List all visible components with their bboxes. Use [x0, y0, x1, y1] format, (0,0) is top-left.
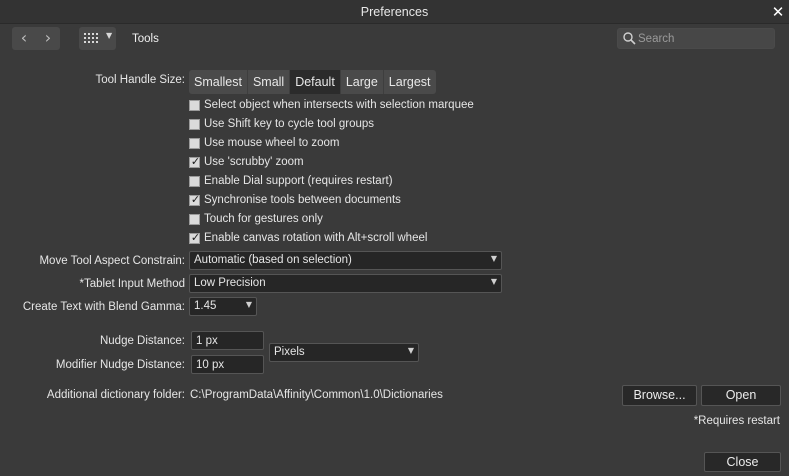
checkmark-icon: ✓: [190, 230, 201, 244]
tool-handle-size-largest[interactable]: Largest: [384, 70, 436, 94]
tool-handle-size-selector: Smallest Small Default Large Largest: [189, 70, 436, 94]
tablet-input-dropdown[interactable]: Low Precision ▼: [189, 274, 502, 293]
checkbox[interactable]: [189, 137, 200, 149]
section-title: Tools: [132, 33, 159, 45]
checkmark-icon: ✓: [190, 154, 201, 168]
option-row[interactable]: ✓ Enable canvas rotation with Alt+scroll …: [189, 230, 427, 246]
close-icon[interactable]: ✕: [769, 3, 787, 21]
move-tool-aspect-value: Automatic (based on selection): [194, 254, 352, 266]
checkbox[interactable]: ✓: [189, 154, 201, 168]
checkmark-icon: ✓: [190, 192, 201, 206]
move-tool-aspect-dropdown[interactable]: Automatic (based on selection) ▼: [189, 251, 502, 270]
modifier-nudge-label: Modifier Nudge Distance:: [55, 359, 185, 371]
units-value: Pixels: [274, 346, 305, 358]
checkbox[interactable]: ✓: [189, 230, 201, 244]
checkbox-label: Synchronise tools between documents: [204, 194, 401, 206]
chevron-down-icon: ▼: [106, 31, 113, 40]
blend-gamma-value: 1.45: [194, 300, 217, 312]
checkbox-label: Use 'scrubby' zoom: [204, 156, 304, 168]
option-row[interactable]: Touch for gestures only: [189, 211, 323, 227]
chevron-down-icon: ▼: [407, 346, 414, 355]
open-button[interactable]: Open: [701, 385, 781, 406]
dictionary-folder-path: C:\ProgramData\Affinity\Common\1.0\Dicti…: [190, 389, 443, 401]
chevron-down-icon: ▼: [245, 300, 252, 309]
checkbox-label: Use Shift key to cycle tool groups: [204, 118, 375, 130]
close-button[interactable]: Close: [704, 452, 781, 472]
tool-handle-size-label: Tool Handle Size:: [95, 74, 186, 86]
option-row[interactable]: Use Shift key to cycle tool groups: [189, 116, 374, 132]
checkbox[interactable]: ✓: [189, 192, 201, 206]
nav-buttons: ‹ ›: [12, 27, 60, 50]
tool-handle-size-small[interactable]: Small: [248, 70, 291, 94]
title-bar: Preferences ✕: [0, 0, 789, 24]
blend-gamma-dropdown[interactable]: 1.45 ▼: [189, 297, 257, 316]
tool-handle-size-large[interactable]: Large: [341, 70, 384, 94]
chevron-down-icon: ▼: [490, 254, 497, 263]
checkbox-label: Enable Dial support (requires restart): [204, 175, 393, 187]
checkbox-label: Enable canvas rotation with Alt+scroll w…: [204, 232, 428, 244]
option-row[interactable]: Select object when intersects with selec…: [189, 97, 474, 113]
checkbox[interactable]: [189, 99, 200, 111]
window-title: Preferences: [360, 5, 429, 19]
nudge-distance-label: Nudge Distance:: [99, 335, 185, 347]
checkbox[interactable]: [189, 118, 200, 130]
tool-handle-size-default[interactable]: Default: [290, 70, 341, 94]
dictionary-folder-label: Additional dictionary folder:: [46, 389, 185, 401]
checkbox-label: Touch for gestures only: [204, 213, 323, 225]
toolbar: ‹ › ▼ Tools: [0, 24, 789, 54]
nudge-distance-field[interactable]: [191, 331, 264, 350]
option-row[interactable]: ✓ Use 'scrubby' zoom: [189, 154, 304, 170]
tablet-input-value: Low Precision: [194, 277, 266, 289]
blend-gamma-label: Create Text with Blend Gamma:: [22, 301, 185, 313]
tool-handle-size-smallest[interactable]: Smallest: [189, 70, 248, 94]
requires-restart-note: *Requires restart: [693, 415, 780, 427]
option-row[interactable]: Use mouse wheel to zoom: [189, 135, 340, 151]
grid-icon: [84, 33, 98, 43]
chevron-down-icon: ▼: [490, 277, 497, 286]
search-input[interactable]: [638, 29, 772, 48]
modifier-nudge-field[interactable]: [191, 355, 264, 374]
back-button[interactable]: ‹: [12, 27, 36, 50]
modifier-nudge-input[interactable]: [192, 356, 263, 373]
units-dropdown[interactable]: Pixels ▼: [269, 343, 419, 362]
tablet-input-label: *Tablet Input Method: [79, 278, 186, 290]
search-box[interactable]: [617, 28, 775, 49]
checkbox-label: Select object when intersects with selec…: [204, 99, 474, 111]
categories-grid-button[interactable]: ▼: [79, 27, 116, 50]
checkbox[interactable]: [189, 175, 200, 187]
nudge-distance-input[interactable]: [192, 332, 263, 349]
search-icon: [623, 32, 636, 45]
option-row[interactable]: Enable Dial support (requires restart): [189, 173, 393, 189]
checkbox-label: Use mouse wheel to zoom: [204, 137, 340, 149]
forward-button[interactable]: ›: [36, 27, 60, 50]
checkbox[interactable]: [189, 213, 200, 225]
browse-button[interactable]: Browse...: [622, 385, 697, 406]
option-row[interactable]: ✓ Synchronise tools between documents: [189, 192, 401, 208]
move-tool-aspect-label: Move Tool Aspect Constrain:: [39, 255, 185, 267]
